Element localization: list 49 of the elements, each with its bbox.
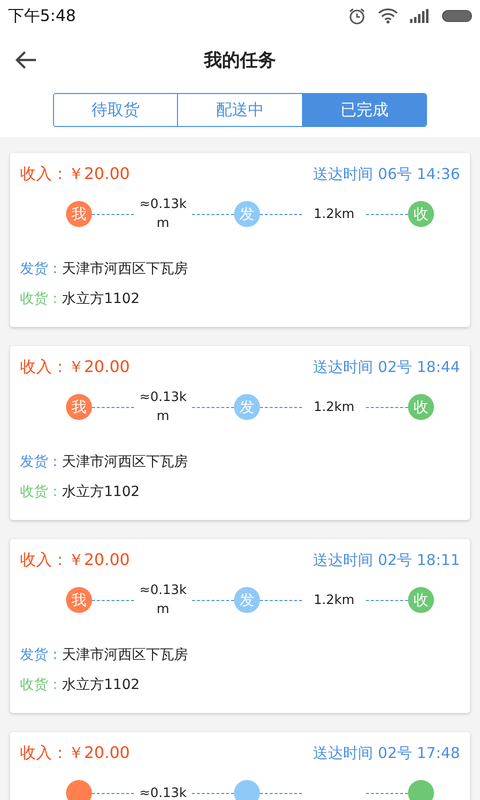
income-amount: 收入：￥20.00 xyxy=(20,550,130,570)
sender-address: 天津市河西区下瓦房 xyxy=(62,261,188,277)
status-time: 下午5:48 xyxy=(8,6,76,26)
dropoff-marker xyxy=(408,780,434,800)
signal-icon xyxy=(410,9,430,23)
receiver-address: 水立方1102 xyxy=(62,677,140,693)
pickup-marker: 发 xyxy=(234,587,260,613)
distance-label: ≈0.13km xyxy=(138,196,188,233)
dropoff-marker: 收 xyxy=(408,201,434,227)
tab[interactable]: 待取货 xyxy=(54,94,178,126)
me-marker: 我 xyxy=(66,201,92,227)
distance-label: 1.2km xyxy=(312,398,356,416)
receiver-address: 水立方1102 xyxy=(62,291,140,307)
sender-label: 发货： xyxy=(20,647,62,663)
sender-label: 发货： xyxy=(20,454,62,470)
distance-label: 1.2km xyxy=(312,206,356,224)
receiver-label: 收货： xyxy=(20,677,62,693)
pickup-marker: 发 xyxy=(234,394,260,420)
distance-label: ≈0.13k xyxy=(138,784,188,800)
delivery-time: 送达时间 06号 14:36 xyxy=(313,164,460,184)
back-button[interactable] xyxy=(14,50,38,70)
income-amount: 收入：￥20.00 xyxy=(20,164,130,184)
distance-label: ≈0.13km xyxy=(138,582,188,619)
delivery-time: 送达时间 02号 18:44 xyxy=(313,358,460,376)
sender-label: 发货： xyxy=(20,261,62,277)
receiver-address: 水立方1102 xyxy=(62,484,140,500)
pickup-marker xyxy=(234,780,260,800)
me-marker: 我 xyxy=(66,587,92,613)
me-marker xyxy=(66,780,92,800)
pickup-marker: 发 xyxy=(234,201,260,227)
sender-address: 天津市河西区下瓦房 xyxy=(62,647,188,663)
page-title: 我的任务 xyxy=(204,49,276,72)
tab[interactable]: 已完成 xyxy=(302,94,426,126)
alarm-clock-icon xyxy=(348,7,366,25)
distance-label: ≈0.13km xyxy=(138,389,188,426)
wifi-icon xyxy=(378,8,398,24)
receiver-label: 收货： xyxy=(20,291,62,307)
sender-address: 天津市河西区下瓦房 xyxy=(62,454,188,470)
battery-icon xyxy=(442,10,472,22)
me-marker: 我 xyxy=(66,394,92,420)
back-arrow-icon xyxy=(14,50,38,70)
income-amount: 收入：￥20.00 xyxy=(20,356,130,378)
receiver-label: 收货： xyxy=(20,484,62,500)
dropoff-marker: 收 xyxy=(408,394,434,420)
distance-label: 1.2km xyxy=(312,592,356,610)
delivery-time: 送达时间 02号 18:11 xyxy=(313,550,460,570)
dropoff-marker: 收 xyxy=(408,587,434,613)
delivery-time: 送达时间 02号 17:48 xyxy=(313,744,460,762)
income-amount: 收入：￥20.00 xyxy=(20,742,130,764)
